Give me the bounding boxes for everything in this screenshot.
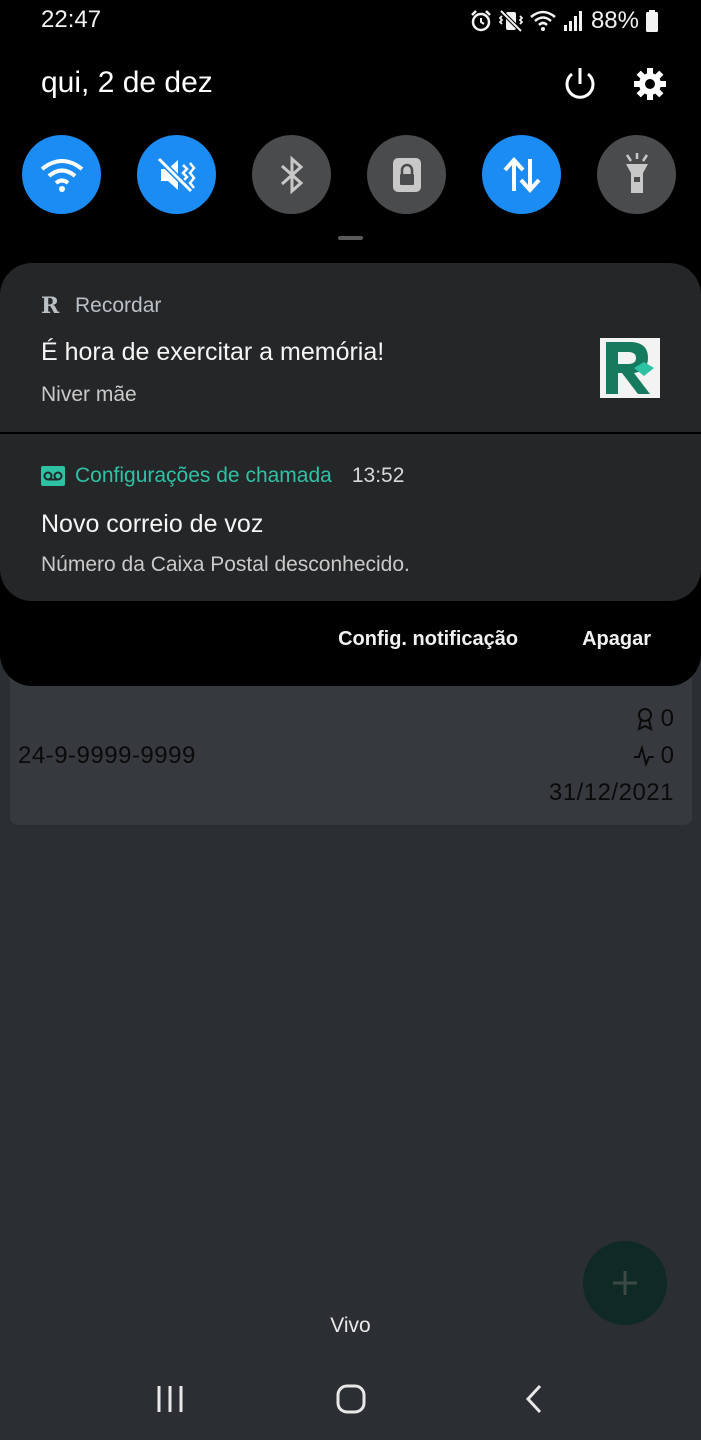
qs-flashlight[interactable] <box>597 135 676 214</box>
notification-header: Configurações de chamada 13:52 <box>41 464 404 488</box>
settings-button[interactable] <box>630 64 670 104</box>
activity-stat: 0 <box>633 742 674 770</box>
alarm-icon <box>471 10 491 32</box>
vibrate-icon <box>498 9 523 33</box>
award-stat: 0 <box>635 705 674 733</box>
award-icon <box>637 708 653 731</box>
recents-icon <box>157 1386 183 1412</box>
award-count: 0 <box>660 705 674 732</box>
status-bar: 22:47 88% <box>0 0 701 42</box>
recordar-logo-thumbnail <box>600 338 660 398</box>
plus-icon <box>613 1271 637 1295</box>
battery-icon <box>646 10 658 32</box>
qs-mobile-data[interactable] <box>482 135 561 214</box>
wifi-icon <box>40 158 83 192</box>
navigation-bar <box>0 1358 701 1440</box>
add-button[interactable] <box>583 1241 667 1325</box>
notification-header: R Recordar <box>41 293 161 319</box>
battery-percent: 88% <box>590 7 639 34</box>
notification-settings-button[interactable]: Config. notificação <box>338 628 518 651</box>
qs-wifi[interactable] <box>22 135 101 214</box>
notification-recordar[interactable]: R Recordar É hora de exercitar a memória… <box>0 263 701 432</box>
carrier-label: Vivo <box>330 1314 371 1337</box>
voicemail-icon <box>41 466 65 486</box>
power-icon <box>565 68 595 99</box>
home-button[interactable] <box>321 1376 381 1422</box>
quick-settings <box>0 135 701 215</box>
notification-title: Novo correio de voz <box>41 510 264 538</box>
panel-date: qui, 2 de dez <box>41 66 213 99</box>
back-button[interactable] <box>504 1376 564 1422</box>
recents-button[interactable] <box>140 1376 200 1422</box>
lock-rotation-icon <box>392 157 421 192</box>
clock: 22:47 <box>41 6 102 33</box>
notification-list: R Recordar É hora de exercitar a memória… <box>0 263 701 601</box>
qs-bluetooth[interactable] <box>252 135 331 214</box>
shade-actions: Config. notificação Apagar <box>338 628 651 651</box>
gear-icon <box>634 68 666 100</box>
app-name: Configurações de chamada <box>75 464 332 487</box>
panel-handle[interactable] <box>338 236 363 240</box>
clear-all-button[interactable]: Apagar <box>582 628 651 651</box>
qs-screen-lock[interactable] <box>367 135 446 214</box>
notification-shade: 22:47 88% qui, 2 de dez R Recordar É hor… <box>0 0 701 686</box>
notification-title: É hora de exercitar a memória! <box>41 338 385 366</box>
qs-sound[interactable] <box>137 135 216 214</box>
wifi-icon <box>530 10 556 31</box>
notification-time: 13:52 <box>351 464 405 487</box>
activity-count: 0 <box>660 742 674 769</box>
signal-icon <box>563 11 582 31</box>
bluetooth-icon <box>280 155 303 194</box>
data-transfer-icon <box>503 156 540 193</box>
power-button[interactable] <box>560 64 600 104</box>
phone-number: 24-9-9999-9999 <box>18 742 196 769</box>
notification-body: Niver mãe <box>41 383 137 406</box>
recordar-app-icon: R <box>41 293 60 319</box>
mute-icon <box>156 156 196 193</box>
flashlight-icon <box>625 152 648 193</box>
app-name: Recordar <box>75 294 162 317</box>
activity-icon <box>633 745 654 767</box>
card-date: 31/12/2021 <box>548 779 674 806</box>
home-icon <box>336 1384 366 1414</box>
back-icon <box>525 1384 542 1414</box>
notification-body: Número da Caixa Postal desconhecido. <box>41 553 410 576</box>
status-icons: 88% <box>469 7 659 35</box>
